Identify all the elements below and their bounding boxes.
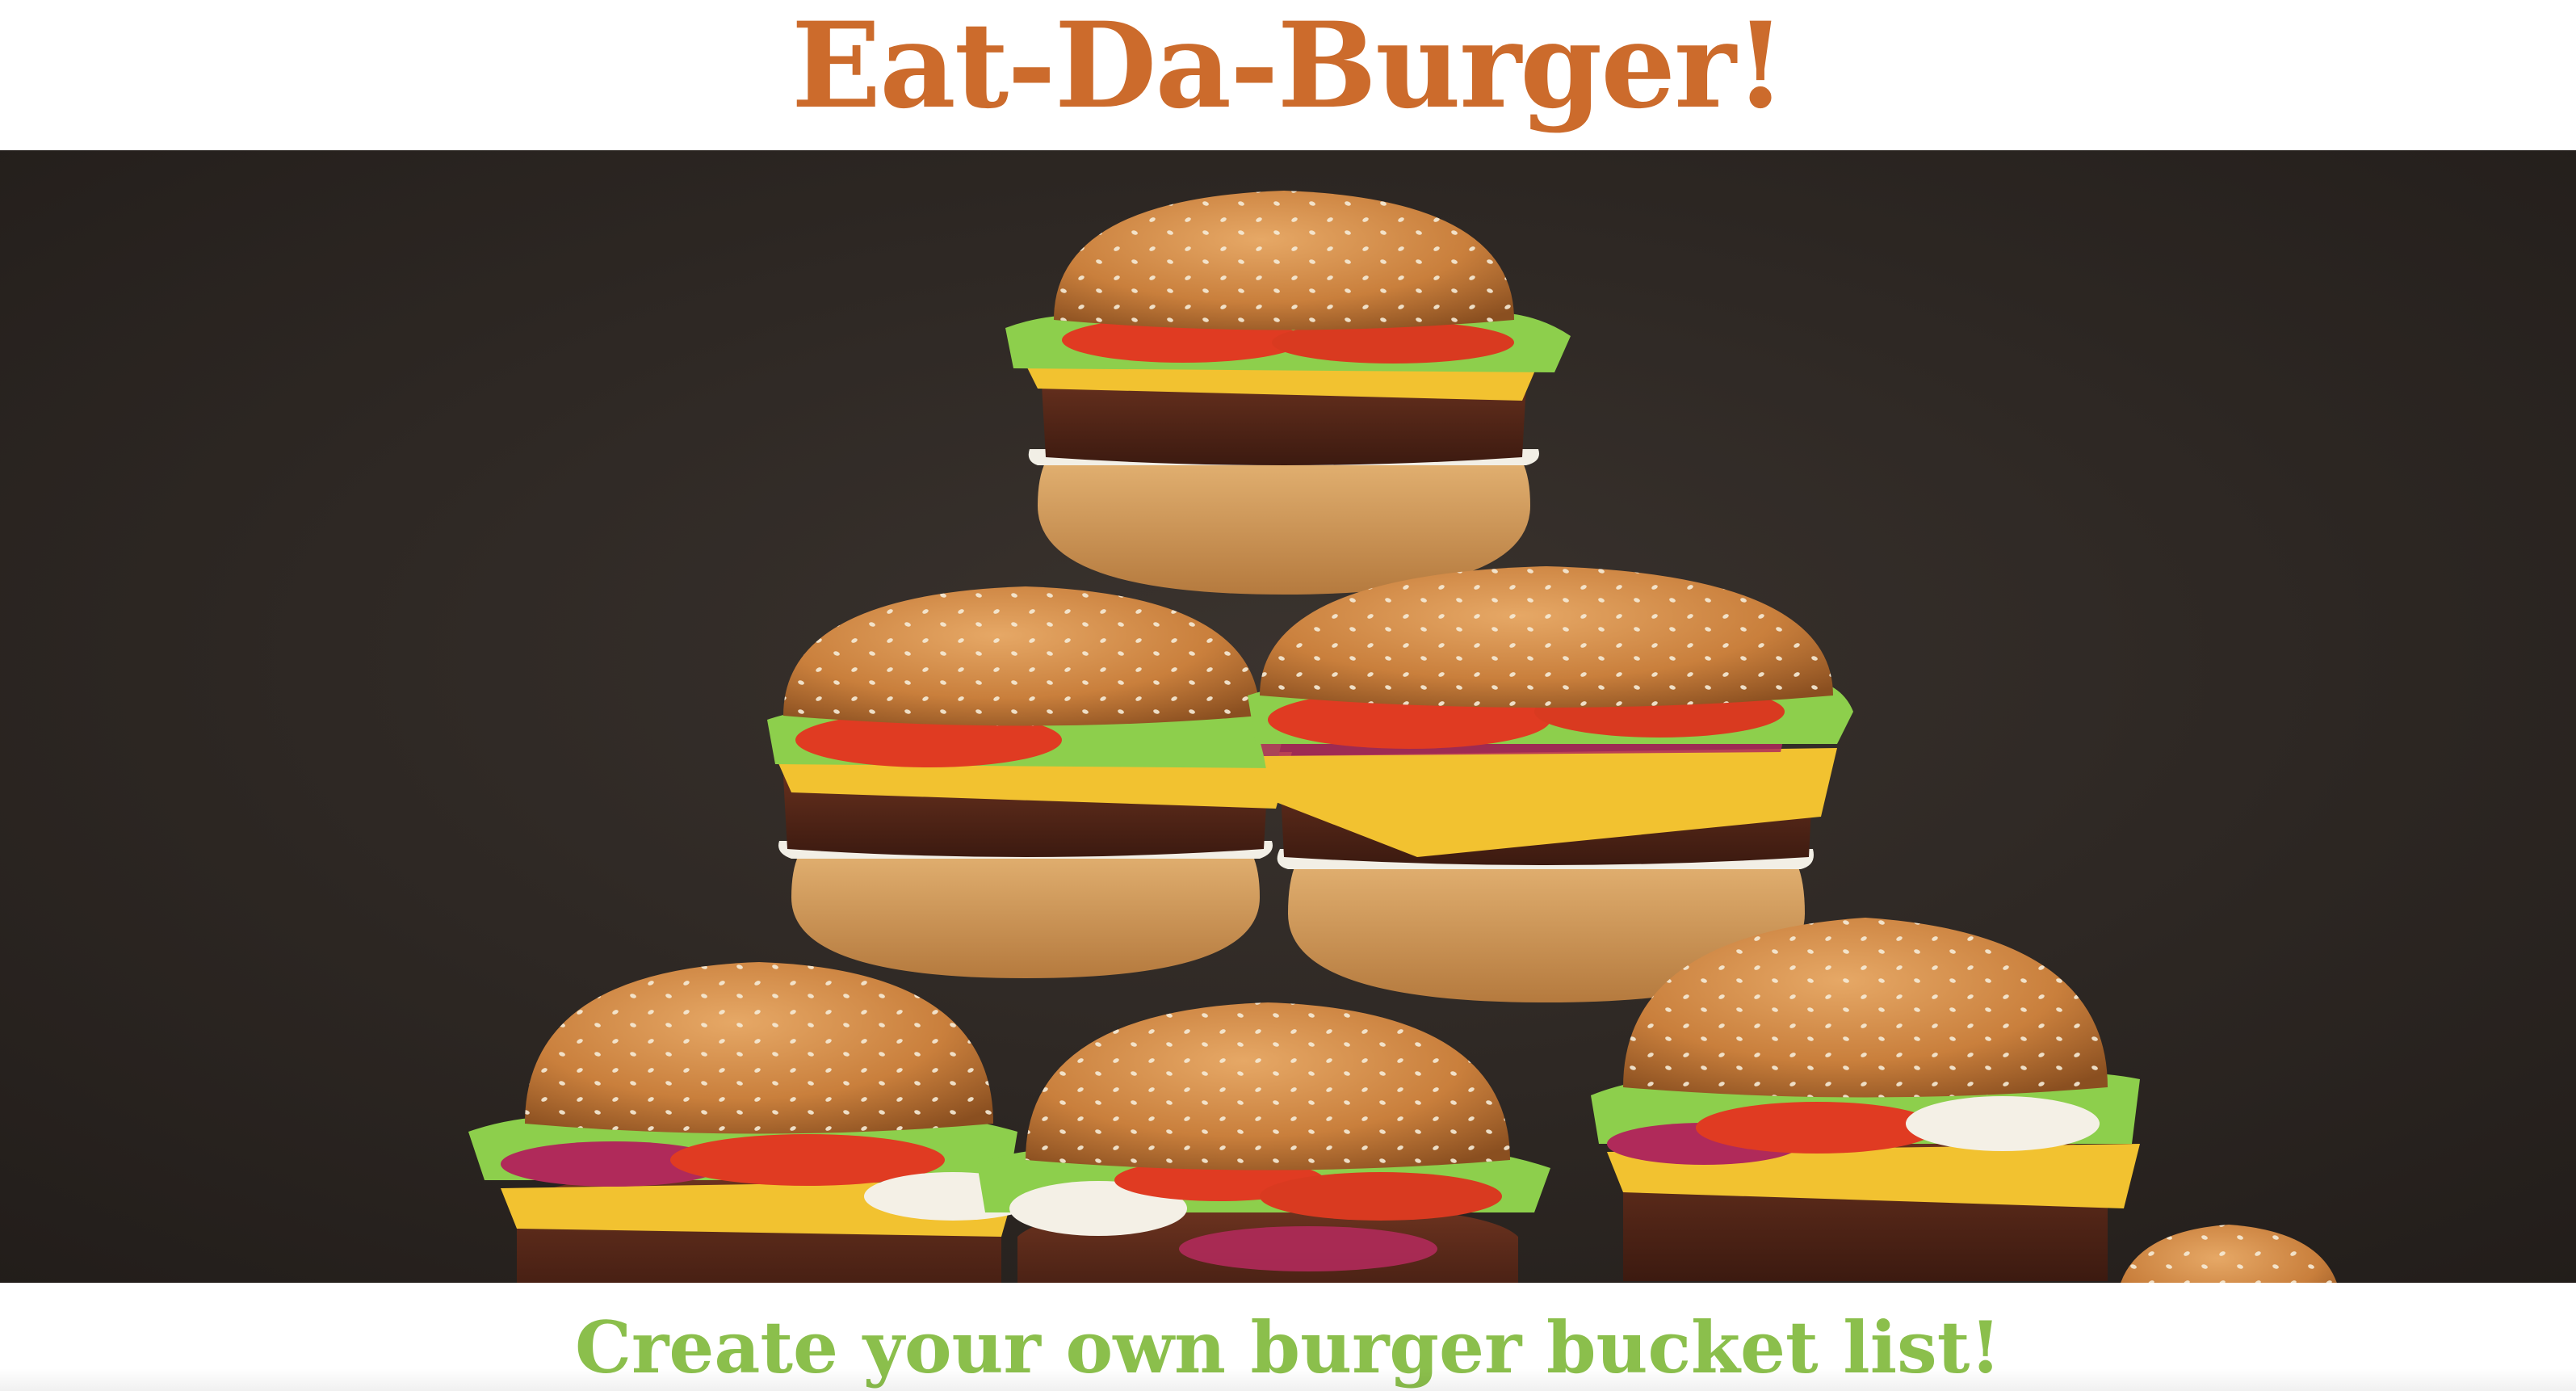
hero-burger-image <box>0 150 2576 1283</box>
burger-top <box>1005 191 1571 595</box>
burger-mid-left <box>767 586 1292 978</box>
site-title: Eat-Da-Burger! <box>791 0 1786 135</box>
site-header: Eat-Da-Burger! <box>0 0 2576 150</box>
section-shadow <box>0 1368 2576 1391</box>
hero-banner <box>0 150 2576 1283</box>
tagline-section: Create your own burger bucket list! <box>0 1283 2576 1391</box>
